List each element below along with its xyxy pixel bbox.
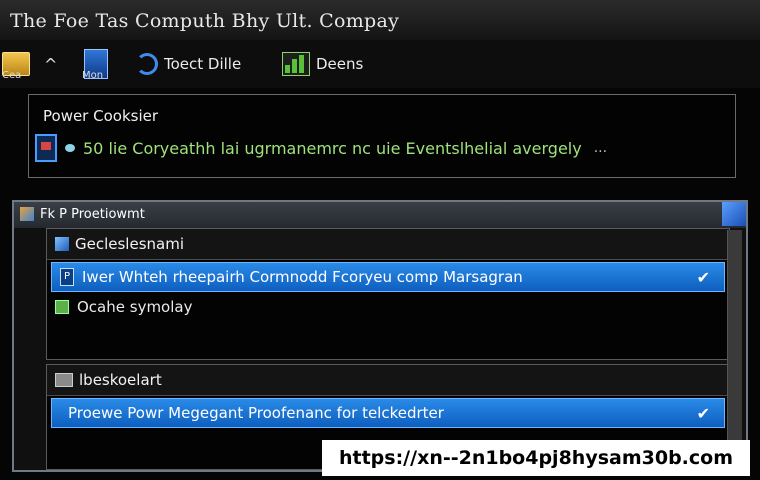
panel-row-text: 50 lie Coryeathh lai ugrmanemrc nc uie E… (83, 138, 582, 158)
item-icon: P (60, 268, 74, 286)
settings-group-1: Gecleslesnami P Iwer Whteh rheepairh Cor… (46, 228, 730, 360)
windows-logo-icon (722, 202, 746, 226)
window-header-title: Fk P Proetiowmt (40, 207, 145, 222)
list-item-text: Ocahe symolay (77, 298, 193, 316)
toolbar: Cea ^ Mon Toect Dille Deens (0, 40, 760, 88)
group-title: Gecleslesnami (75, 235, 184, 253)
toolbar-item-label: Deens (316, 55, 364, 73)
status-dot-icon (65, 144, 75, 152)
toolbar-item-deens[interactable]: Deens (282, 44, 363, 84)
settings-icon (55, 237, 69, 251)
selected-list-item[interactable]: P Iwer Whteh rheepairh Cormnodd Fcoryeu … (51, 262, 725, 292)
group-header: Gecleslesnami (47, 229, 729, 260)
window-title: The Foe Tas Computh Bhy Ult. Compay (10, 10, 400, 32)
title-bar: The Foe Tas Computh Bhy Ult. Compay (0, 0, 760, 41)
chart-icon (282, 52, 310, 76)
panel-row[interactable]: 50 lie Coryeathh lai ugrmanemrc nc uie E… (35, 131, 725, 165)
panel-label: Power Cooksier (43, 107, 159, 125)
panel-row-tail: ... (593, 140, 608, 156)
document-sublabel: Mon (82, 70, 104, 81)
group-header: lbeskoelart (47, 365, 729, 396)
watermark-url: https://xn--2n1bo4pj8hysam30b.com (322, 440, 750, 476)
list-item-text: Iwer Whteh rheepairh Cormnodd Fcoryeu co… (82, 268, 523, 286)
app-icon (20, 207, 34, 221)
window-header: Fk P Proetiowmt (14, 202, 746, 228)
chevron-up-icon: ^ (44, 54, 58, 74)
scrollbar[interactable] (727, 230, 742, 468)
refresh-icon (136, 53, 158, 75)
selected-list-item[interactable]: Proewe Powr Megegant Proofenanc for telc… (51, 398, 725, 428)
up-button[interactable]: ^ (44, 44, 57, 84)
list-item[interactable]: Ocahe symolay (47, 294, 729, 320)
properties-window: Fk P Proetiowmt Gecleslesnami P Iwer Wht… (12, 200, 748, 472)
leaf-icon (55, 300, 69, 314)
list-item-text: Proewe Powr Megegant Proofenanc for telc… (68, 404, 444, 422)
monitor-icon (55, 373, 73, 387)
group-title: lbeskoelart (79, 371, 162, 389)
document-icon (35, 134, 57, 162)
power-panel: Power Cooksier 50 lie Coryeathh lai ugrm… (28, 94, 736, 178)
checkmark-icon: ✔ (696, 268, 710, 287)
folder-sublabel: Cea (2, 70, 22, 81)
toolbar-item-toect[interactable]: Toect Dille (136, 44, 241, 84)
toolbar-item-label: Toect Dille (164, 55, 242, 73)
checkmark-icon: ✔ (696, 404, 710, 423)
